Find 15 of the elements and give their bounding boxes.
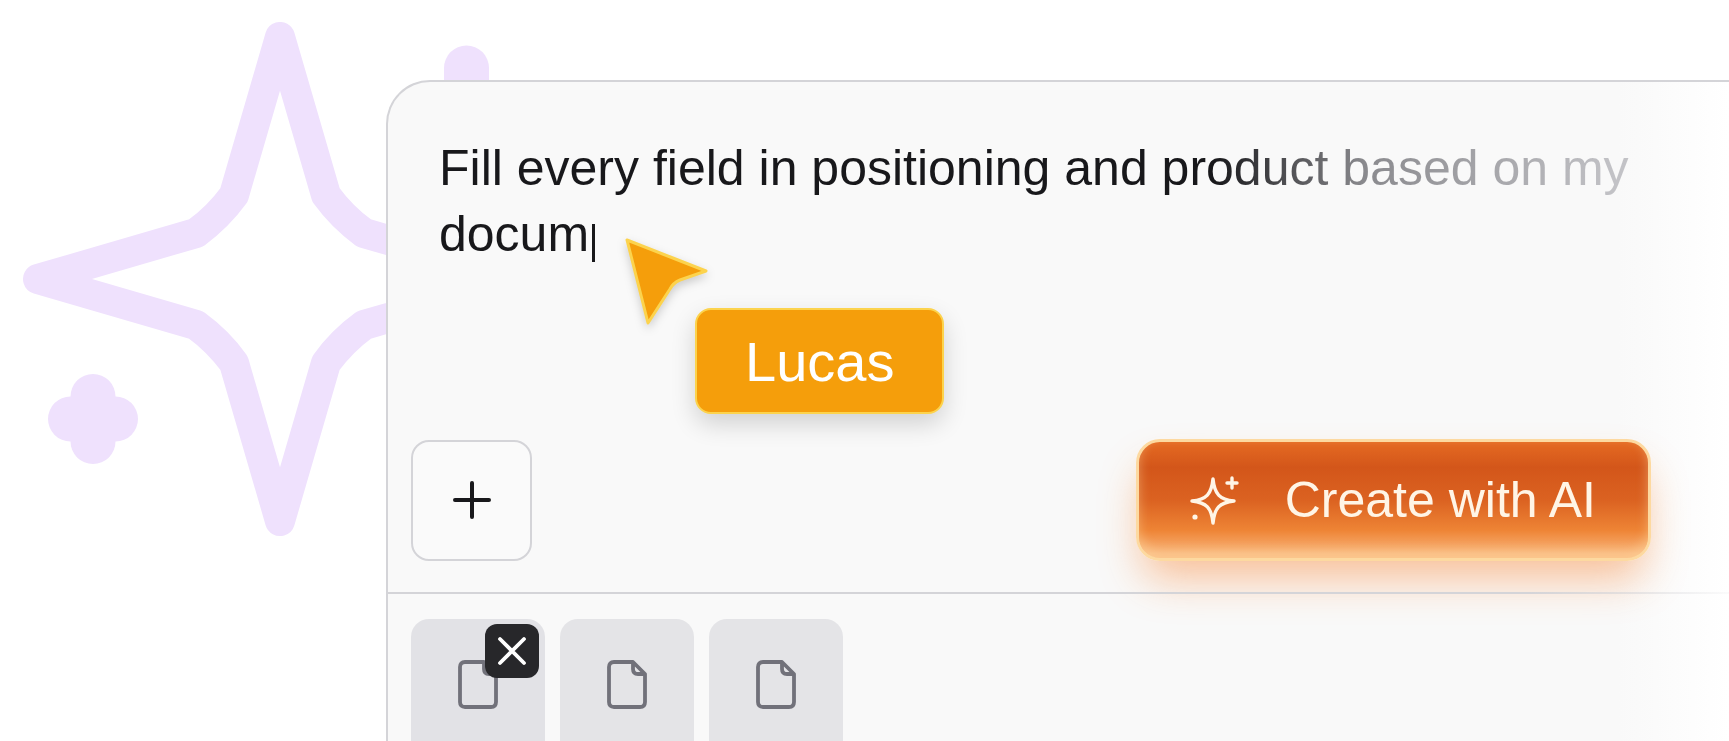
sparkle-icon <box>1188 475 1239 525</box>
file-icon <box>756 660 796 709</box>
rounded-plus-icon <box>46 372 140 466</box>
attachment-tile[interactable] <box>411 619 545 741</box>
attachment-tile[interactable] <box>560 619 694 741</box>
attachment-tile[interactable] <box>709 619 843 741</box>
remove-button[interactable] <box>485 624 539 678</box>
pointer-arrow-icon <box>625 238 708 325</box>
file-icon <box>607 660 647 709</box>
close-icon <box>497 636 527 666</box>
file-icon <box>458 660 498 709</box>
plus-icon <box>452 481 491 519</box>
rounded-plus-icon <box>443 45 490 80</box>
text-cursor-icon <box>592 224 596 262</box>
collaborator-name-tag: Lucas <box>695 308 945 414</box>
